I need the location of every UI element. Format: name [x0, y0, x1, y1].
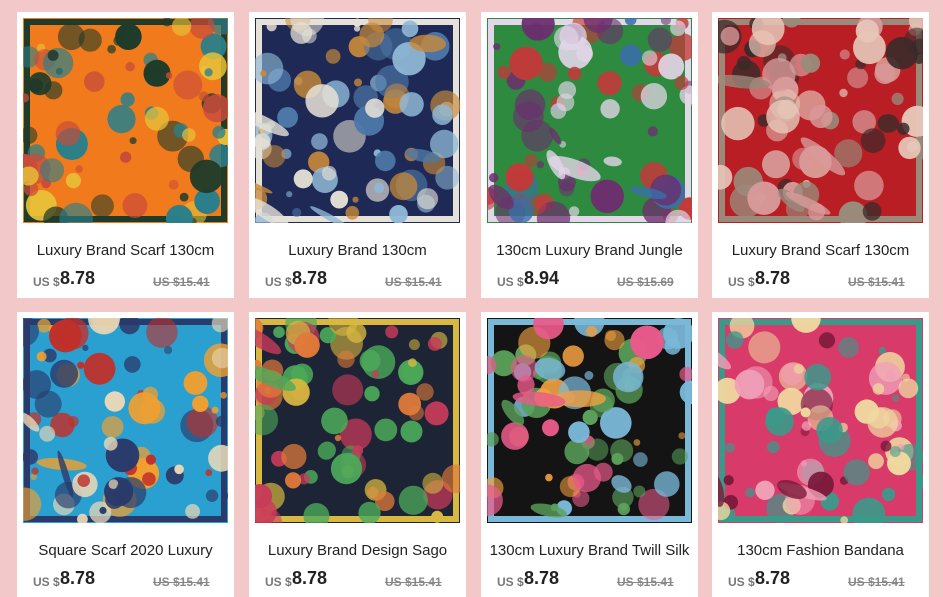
price-row: US $8.94 US $15.69: [497, 268, 688, 292]
scarf-pattern-icon: [487, 18, 692, 223]
product-image[interactable]: [718, 318, 923, 523]
product-title[interactable]: Luxury Brand Scarf 130cm: [716, 242, 925, 259]
price-row: US $8.78 US $15.41: [728, 568, 919, 592]
product-title[interactable]: 130cm Luxury Brand Twill Silk: [485, 542, 694, 559]
currency-label: US $: [497, 275, 524, 289]
product-title[interactable]: Luxury Brand Design Sago: [253, 542, 462, 559]
product-image[interactable]: [487, 18, 692, 223]
product-image[interactable]: [487, 318, 692, 523]
scarf-pattern-icon: [23, 318, 228, 523]
product-title[interactable]: Luxury Brand 130cm: [253, 242, 462, 259]
scarf-pattern-icon: [255, 318, 460, 523]
sale-price: 8.94: [524, 268, 560, 288]
product-title[interactable]: Square Scarf 2020 Luxury: [21, 542, 230, 559]
product-title[interactable]: 130cm Fashion Bandana: [716, 542, 925, 559]
product-image[interactable]: [23, 18, 228, 223]
product-image[interactable]: [718, 18, 923, 223]
sale-price: 8.78: [292, 568, 328, 588]
original-price: US $15.41: [385, 575, 442, 589]
original-price: US $15.41: [848, 275, 905, 289]
currency-label: US $: [33, 575, 60, 589]
product-card[interactable]: 130cm Luxury Brand Twill Silk US $8.78 US …: [481, 312, 698, 597]
sale-price: 8.78: [60, 568, 96, 588]
sale-price: 8.78: [755, 568, 791, 588]
product-title[interactable]: Luxury Brand Scarf 130cm: [21, 242, 230, 259]
price-row: US $8.78 US $15.41: [33, 568, 224, 592]
original-price: US $15.41: [153, 575, 210, 589]
price-row: US $8.78 US $15.41: [265, 268, 456, 292]
currency-label: US $: [265, 275, 292, 289]
price-row: US $8.78 US $15.41: [497, 568, 688, 592]
currency-label: US $: [728, 275, 755, 289]
price-row: US $8.78 US $15.41: [33, 268, 224, 292]
product-card[interactable]: Luxury Brand Scarf 130cm US $8.78 US $15.4…: [712, 12, 929, 298]
currency-label: US $: [728, 575, 755, 589]
product-card[interactable]: Luxury Brand Scarf 130cm US $8.78 US $15.4…: [17, 12, 234, 298]
original-price: US $15.41: [153, 275, 210, 289]
sale-price: 8.78: [60, 268, 96, 288]
product-card[interactable]: Luxury Brand Design Sago US $8.78 US $15.4…: [249, 312, 466, 597]
currency-label: US $: [265, 575, 292, 589]
original-price: US $15.69: [617, 275, 674, 289]
scarf-pattern-icon: [23, 18, 228, 223]
currency-label: US $: [497, 575, 524, 589]
original-price: US $15.41: [848, 575, 905, 589]
sale-price: 8.78: [524, 568, 560, 588]
scarf-pattern-icon: [718, 18, 923, 223]
product-image[interactable]: [255, 18, 460, 223]
sale-price: 8.78: [755, 268, 791, 288]
product-card[interactable]: Square Scarf 2020 Luxury US $8.78 US $15.4…: [17, 312, 234, 597]
scarf-pattern-icon: [255, 18, 460, 223]
product-image[interactable]: [23, 318, 228, 523]
price-row: US $8.78 US $15.41: [728, 268, 919, 292]
product-title[interactable]: 130cm Luxury Brand Jungle: [485, 242, 694, 259]
scarf-pattern-icon: [718, 318, 923, 523]
product-image[interactable]: [255, 318, 460, 523]
price-row: US $8.78 US $15.41: [265, 568, 456, 592]
product-card[interactable]: 130cm Fashion Bandana US $8.78 US $15.41: [712, 312, 929, 597]
sale-price: 8.78: [292, 268, 328, 288]
original-price: US $15.41: [385, 275, 442, 289]
product-grid: Luxury Brand Scarf 130cm US $8.78 US $15.4…: [0, 0, 943, 597]
product-card[interactable]: Luxury Brand 130cm US $8.78 US $15.41: [249, 12, 466, 298]
scarf-pattern-icon: [487, 318, 692, 523]
currency-label: US $: [33, 275, 60, 289]
original-price: US $15.41: [617, 575, 674, 589]
product-card[interactable]: 130cm Luxury Brand Jungle US $8.94 US $15.…: [481, 12, 698, 298]
